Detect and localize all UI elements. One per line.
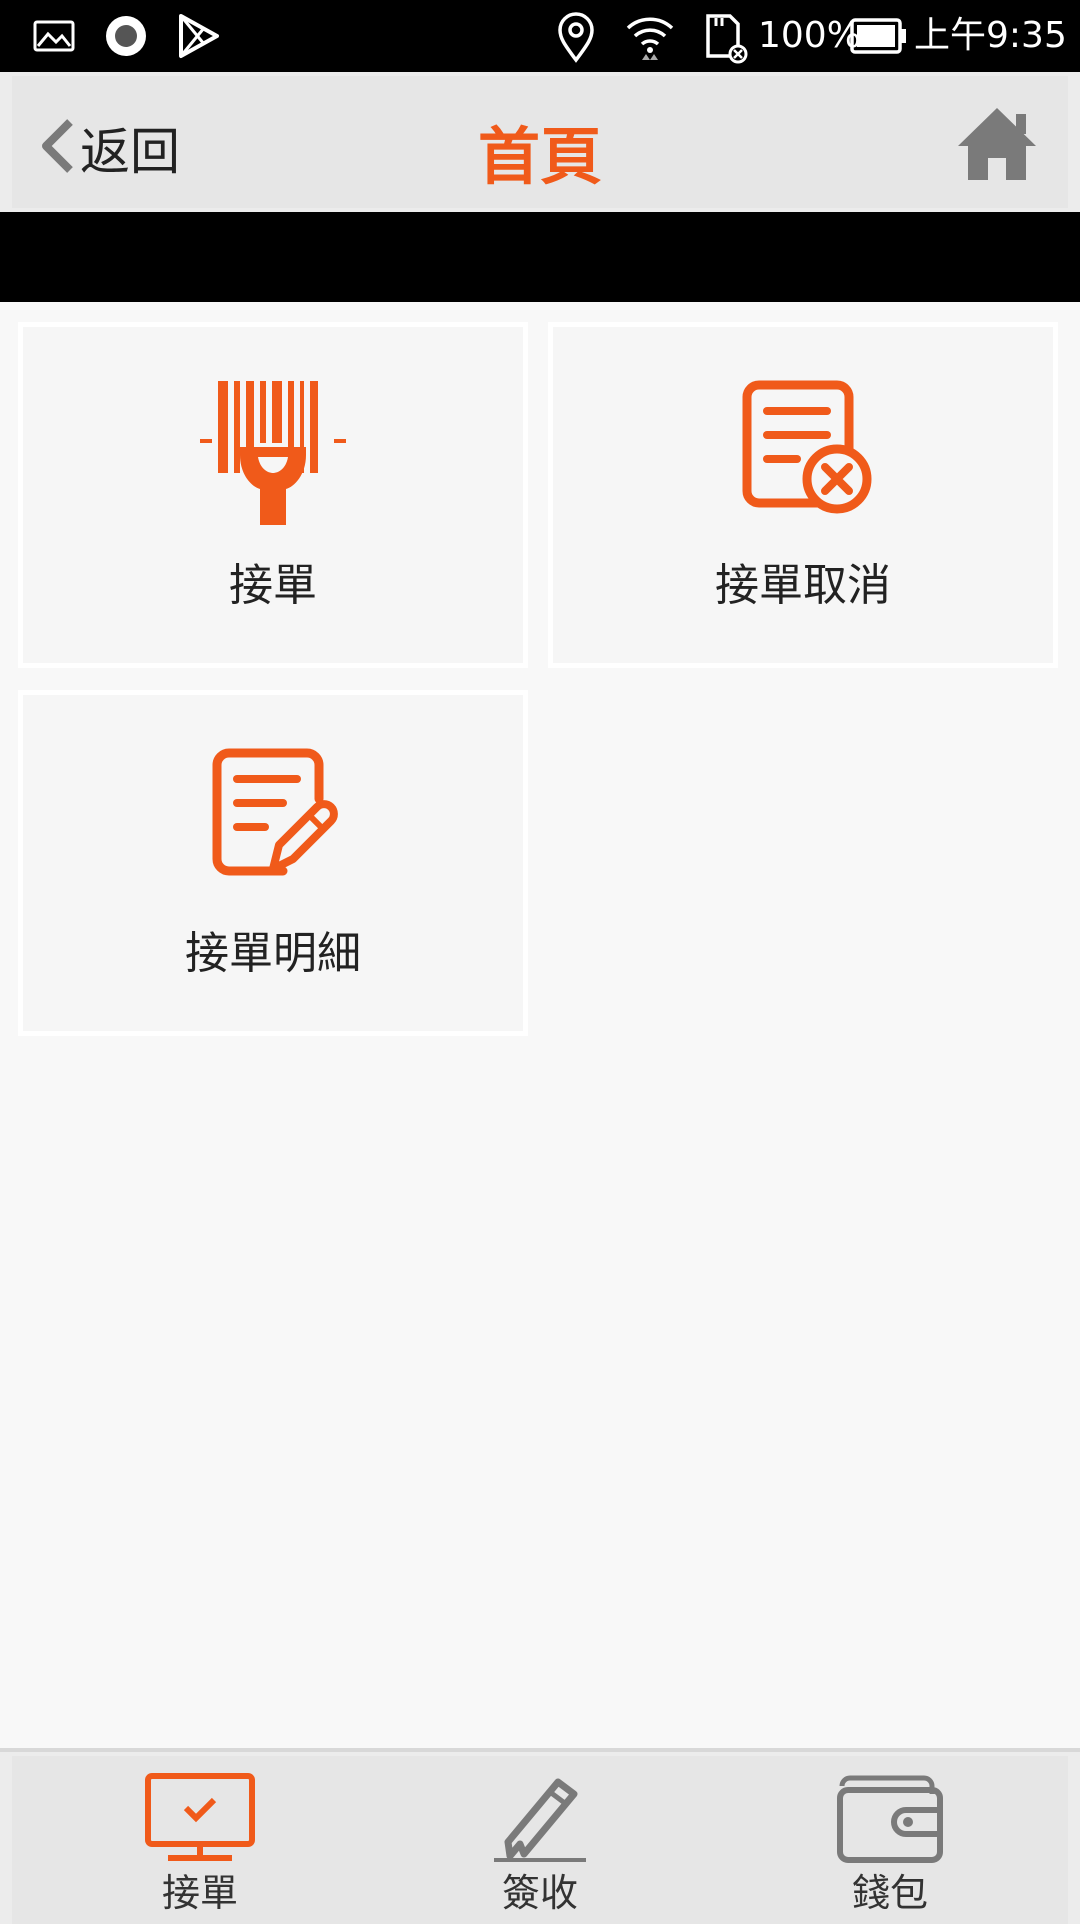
wallet-icon	[836, 1772, 944, 1868]
page-title: 首頁	[477, 120, 602, 193]
tab-wallet[interactable]: 錢包	[770, 1756, 1010, 1924]
play-store-icon	[176, 12, 222, 64]
pen-sign-icon	[490, 1772, 590, 1866]
home-button[interactable]	[954, 104, 1040, 184]
tab-label: 接單	[161, 1871, 238, 1915]
nav-bar: 返回 首頁	[0, 72, 1080, 216]
bottom-nav: 接單 簽收 錢包	[0, 1748, 1080, 1924]
location-icon	[554, 12, 598, 68]
tile-label: 接單明細	[185, 928, 361, 979]
tab-accept-order[interactable]: 接單	[80, 1756, 320, 1924]
tile-order-details[interactable]: 接單明細	[18, 690, 528, 1036]
document-cancel-icon	[733, 377, 873, 521]
tab-label: 簽收	[501, 1871, 578, 1915]
battery-percent: 100%	[758, 15, 861, 56]
tile-cancel-order[interactable]: 接單取消	[548, 322, 1058, 668]
home-icon	[954, 108, 1040, 188]
status-bar: 100% 上午9:35	[0, 0, 1080, 72]
tile-accept-order[interactable]: 接單	[18, 322, 528, 668]
tile-label: 接單取消	[715, 560, 891, 611]
document-edit-icon	[203, 745, 343, 889]
monitor-check-icon	[144, 1772, 256, 1866]
tab-label: 錢包	[851, 1871, 928, 1915]
battery-icon	[850, 16, 908, 60]
banner-area	[0, 212, 1080, 302]
tab-sign[interactable]: 簽收	[420, 1756, 660, 1924]
record-icon	[102, 12, 150, 64]
nav-bar-inner: 返回 首頁	[12, 76, 1068, 208]
tile-label: 接單	[229, 560, 317, 611]
sd-card-icon	[700, 12, 748, 68]
gallery-icon	[32, 12, 76, 64]
barcode-scanner-icon	[200, 377, 346, 529]
clock: 上午9:35	[914, 15, 1067, 56]
bottom-nav-inner: 接單 簽收 錢包	[12, 1756, 1068, 1924]
wifi-icon	[624, 12, 676, 68]
